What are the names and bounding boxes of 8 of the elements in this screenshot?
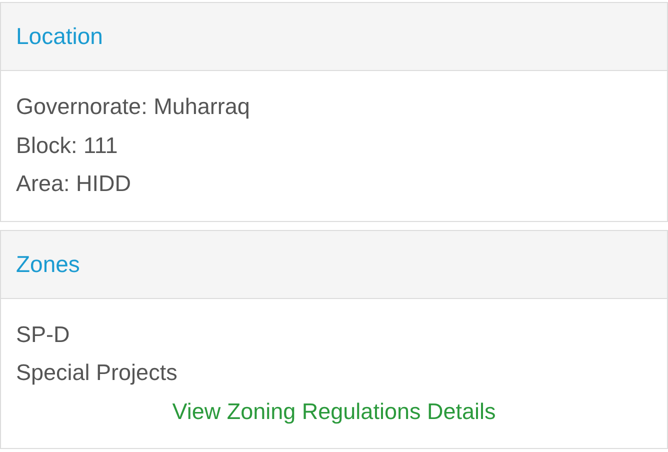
- panel-title: Zones: [16, 250, 80, 278]
- info-text: Special Projects: [16, 359, 178, 387]
- info-text: SP-D: [16, 320, 71, 348]
- panel-title: Location: [16, 23, 103, 50]
- regulations-link[interactable]: View Zoning Regulations Details: [172, 392, 496, 431]
- info-text: Block: 111: [16, 132, 119, 160]
- info-text: Area: HIDD: [16, 170, 132, 198]
- info-text: Governorate: Muharraq: [16, 93, 251, 121]
